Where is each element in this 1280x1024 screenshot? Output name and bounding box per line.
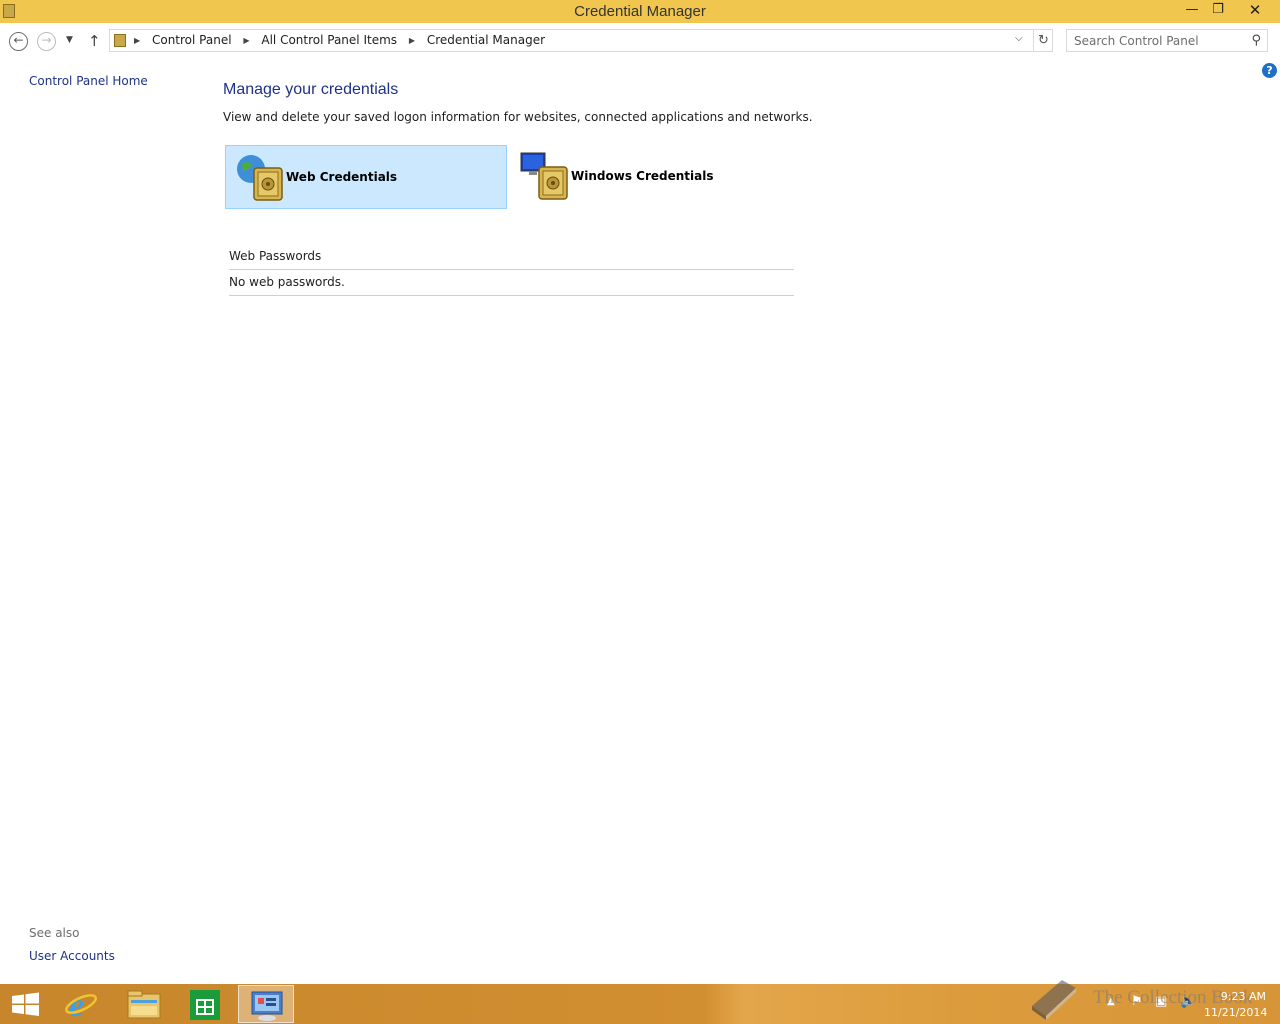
window-title: Credential Manager <box>574 3 706 20</box>
forward-button[interactable]: → <box>37 32 56 51</box>
address-dropdown-chevron-icon[interactable]: ⌵ <box>1015 33 1023 44</box>
section-divider <box>229 269 794 270</box>
restore-button[interactable]: ❐ <box>1205 0 1231 22</box>
search-input[interactable]: Search Control Panel ⚲ <box>1066 29 1268 52</box>
back-arrow-icon: ← <box>13 33 24 47</box>
breadcrumb-chevron-icon[interactable]: ▶ <box>134 36 140 45</box>
globe-safe-icon <box>237 155 283 201</box>
internet-explorer-icon: e <box>65 987 97 1024</box>
back-button[interactable]: ← <box>9 32 28 51</box>
search-icon[interactable]: ⚲ <box>1251 33 1261 48</box>
forward-arrow-icon: → <box>41 33 52 47</box>
clock-date[interactable]: 11/21/2014 <box>1204 1006 1267 1019</box>
windows-logo-icon <box>12 992 39 1016</box>
clock-time[interactable]: 9:23 AM <box>1214 990 1266 1003</box>
folder-icon <box>127 990 161 1019</box>
close-button[interactable]: ✕ <box>1236 0 1274 22</box>
windows-credentials-tile[interactable]: Windows Credentials <box>511 145 793 209</box>
minimize-button[interactable]: — <box>1179 0 1205 22</box>
web-credentials-label: Web Credentials <box>286 170 398 184</box>
taskbar-store[interactable] <box>177 985 233 1023</box>
refresh-button[interactable]: ↻ <box>1033 30 1053 51</box>
navigation-bar: ← → ▼ ↑ ▶ Control Panel ▶ All Control Pa… <box>0 23 1280 59</box>
web-credentials-tile[interactable]: Web Credentials <box>225 145 507 209</box>
control-panel-icon <box>251 991 283 1021</box>
title-bar: Credential Manager — ❐ ✕ <box>0 0 1280 23</box>
breadcrumb-item-control-panel[interactable]: Control Panel <box>152 33 232 47</box>
page-title: Manage your credentials <box>223 81 399 98</box>
control-panel-home-link[interactable]: Control Panel Home <box>29 74 148 88</box>
page-description: View and delete your saved logon informa… <box>223 110 813 124</box>
see-also-label: See also <box>29 926 80 940</box>
taskbar-file-explorer[interactable] <box>116 985 172 1023</box>
breadcrumb-item-credential-manager[interactable]: Credential Manager <box>427 33 545 47</box>
control-panel-icon <box>114 34 126 47</box>
taskbar-control-panel[interactable] <box>238 985 294 1023</box>
address-bar[interactable]: ▶ Control Panel ▶ All Control Panel Item… <box>109 29 1053 52</box>
taskbar: e ▲ ⚑ ▣ 🔈 <box>0 984 1280 1024</box>
recent-locations-chevron-icon[interactable]: ▼ <box>66 35 73 45</box>
windows-credentials-label: Windows Credentials <box>571 169 714 183</box>
start-button[interactable] <box>0 985 56 1023</box>
section-divider <box>229 295 794 296</box>
breadcrumb-item-all-items[interactable]: All Control Panel Items <box>261 33 397 47</box>
empty-list-message: No web passwords. <box>229 275 345 289</box>
breadcrumb: ▶ Control Panel ▶ All Control Panel Item… <box>134 33 545 47</box>
user-accounts-link[interactable]: User Accounts <box>29 949 115 963</box>
web-passwords-heading: Web Passwords <box>229 249 322 263</box>
book-logo-icon <box>1032 980 1076 1020</box>
breadcrumb-chevron-icon[interactable]: ▶ <box>409 36 415 45</box>
up-arrow-icon[interactable]: ↑ <box>88 32 101 50</box>
search-placeholder: Search Control Panel <box>1074 34 1199 48</box>
monitor-safe-icon <box>520 152 568 200</box>
help-icon[interactable]: ? <box>1262 63 1277 78</box>
taskbar-internet-explorer[interactable]: e <box>55 985 111 1024</box>
breadcrumb-chevron-icon[interactable]: ▶ <box>243 36 249 45</box>
refresh-icon: ↻ <box>1038 33 1049 48</box>
store-icon <box>190 990 220 1020</box>
svg-text:e: e <box>69 987 84 1023</box>
